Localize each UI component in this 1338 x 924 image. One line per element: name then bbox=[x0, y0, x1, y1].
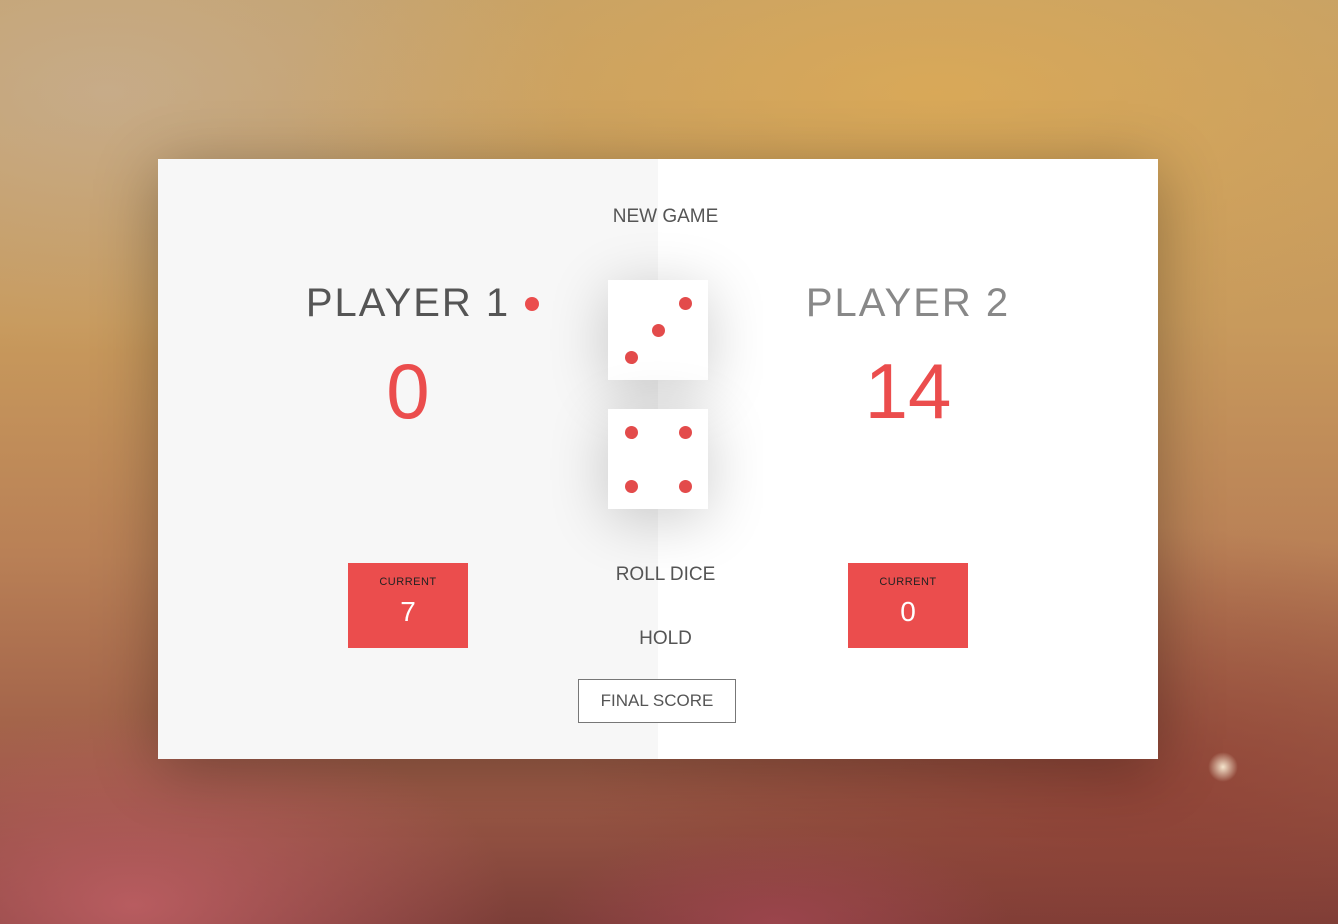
player-2-score: 14 bbox=[864, 347, 952, 435]
hold-button[interactable]: HOLD bbox=[558, 627, 773, 651]
player-1-panel: PLAYER 1 0 CURRENT 7 bbox=[158, 159, 658, 759]
player-1-current-box: CURRENT 7 bbox=[348, 563, 468, 648]
game-board: PLAYER 1 0 CURRENT 7 PLAYER 2 14 CURRENT… bbox=[158, 159, 1158, 759]
player-2-current-box: CURRENT 0 bbox=[848, 563, 968, 648]
dice-pip bbox=[624, 425, 638, 439]
dice-1 bbox=[608, 280, 708, 380]
player-1-current-score: 7 bbox=[400, 596, 416, 627]
final-score-input[interactable] bbox=[578, 679, 736, 723]
dice-pip bbox=[651, 323, 665, 337]
player-2-panel: PLAYER 2 14 CURRENT 0 bbox=[658, 159, 1158, 759]
player-1-name: PLAYER 1 bbox=[305, 281, 511, 325]
background-sparkle bbox=[1208, 752, 1238, 782]
player-2-name: PLAYER 2 bbox=[805, 281, 1011, 325]
player-1-current-label: CURRENT bbox=[379, 576, 437, 588]
roll-dice-button[interactable]: ROLL DICE bbox=[558, 563, 773, 587]
dice-pip bbox=[624, 350, 638, 364]
new-game-button[interactable]: NEW GAME bbox=[558, 205, 773, 229]
player-2-current-label: CURRENT bbox=[879, 576, 937, 588]
active-player-indicator bbox=[525, 297, 539, 311]
dice-2 bbox=[608, 409, 708, 509]
player-1-score: 0 bbox=[386, 347, 430, 435]
dice-pip bbox=[678, 479, 692, 493]
dice-pip bbox=[678, 425, 692, 439]
dice-pip bbox=[624, 479, 638, 493]
player-2-current-score: 0 bbox=[900, 596, 916, 627]
dice-pip bbox=[678, 296, 692, 310]
